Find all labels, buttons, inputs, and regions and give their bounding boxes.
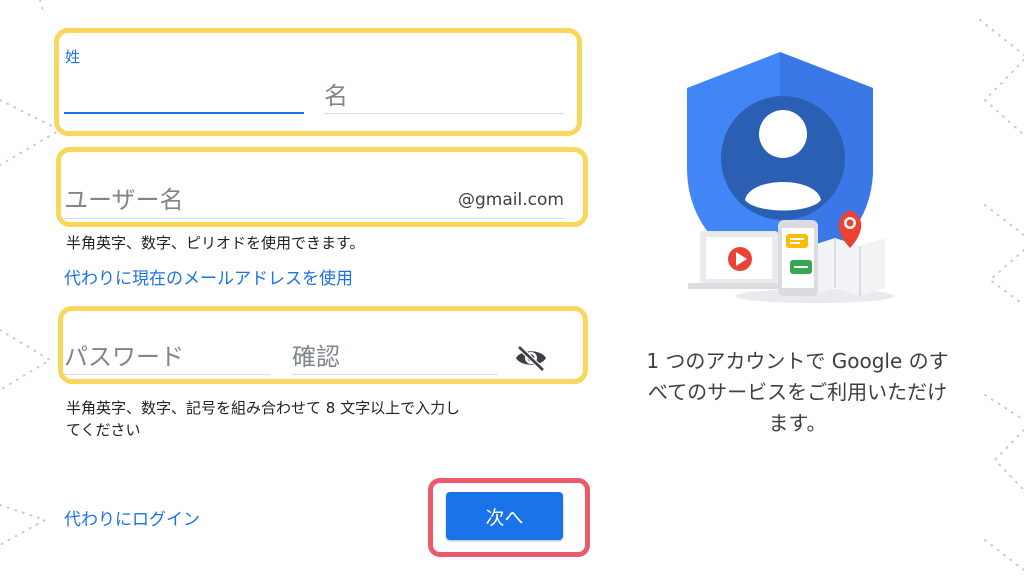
side-caption: 1 つのアカウントで Google のす べてのサービスをご利用いただけ ます。 [620,346,975,439]
use-existing-email-link[interactable]: 代わりに現在のメールアドレスを使用 [64,264,353,289]
chat-icon [786,234,808,248]
first-name-underline [64,112,304,114]
caption-line-1: 1 つのアカウントで Google のす [646,349,949,373]
last-name-input[interactable]: 名 [324,76,348,111]
confirm-password-input[interactable]: 確認 [292,337,340,372]
account-shield-illustration [687,52,895,303]
password-helper-line1: 半角英字、数字、記号を組み合わせて 8 文字以上で入力し [66,399,461,417]
password-underline [64,374,270,375]
confirm-password-underline [292,374,498,375]
username-underline [64,218,564,219]
first-name-input[interactable] [64,64,304,114]
caption-line-3: ます。 [768,411,827,435]
username-helper: 半角英字、数字、ピリオドを使用できます。 [66,234,365,252]
signin-instead-link[interactable]: 代わりにログイン [64,505,200,530]
username-input[interactable]: ユーザー名 [64,180,184,215]
caption-line-2: べてのサービスをご利用いただけ [647,380,948,404]
password-helper-line2: てください [66,421,141,439]
password-input[interactable]: パスワード [64,337,184,372]
gmail-suffix: @gmail.com [458,190,564,210]
last-name-underline [324,113,564,114]
eye-off-icon[interactable] [514,344,548,372]
next-button[interactable]: 次へ [446,492,563,540]
